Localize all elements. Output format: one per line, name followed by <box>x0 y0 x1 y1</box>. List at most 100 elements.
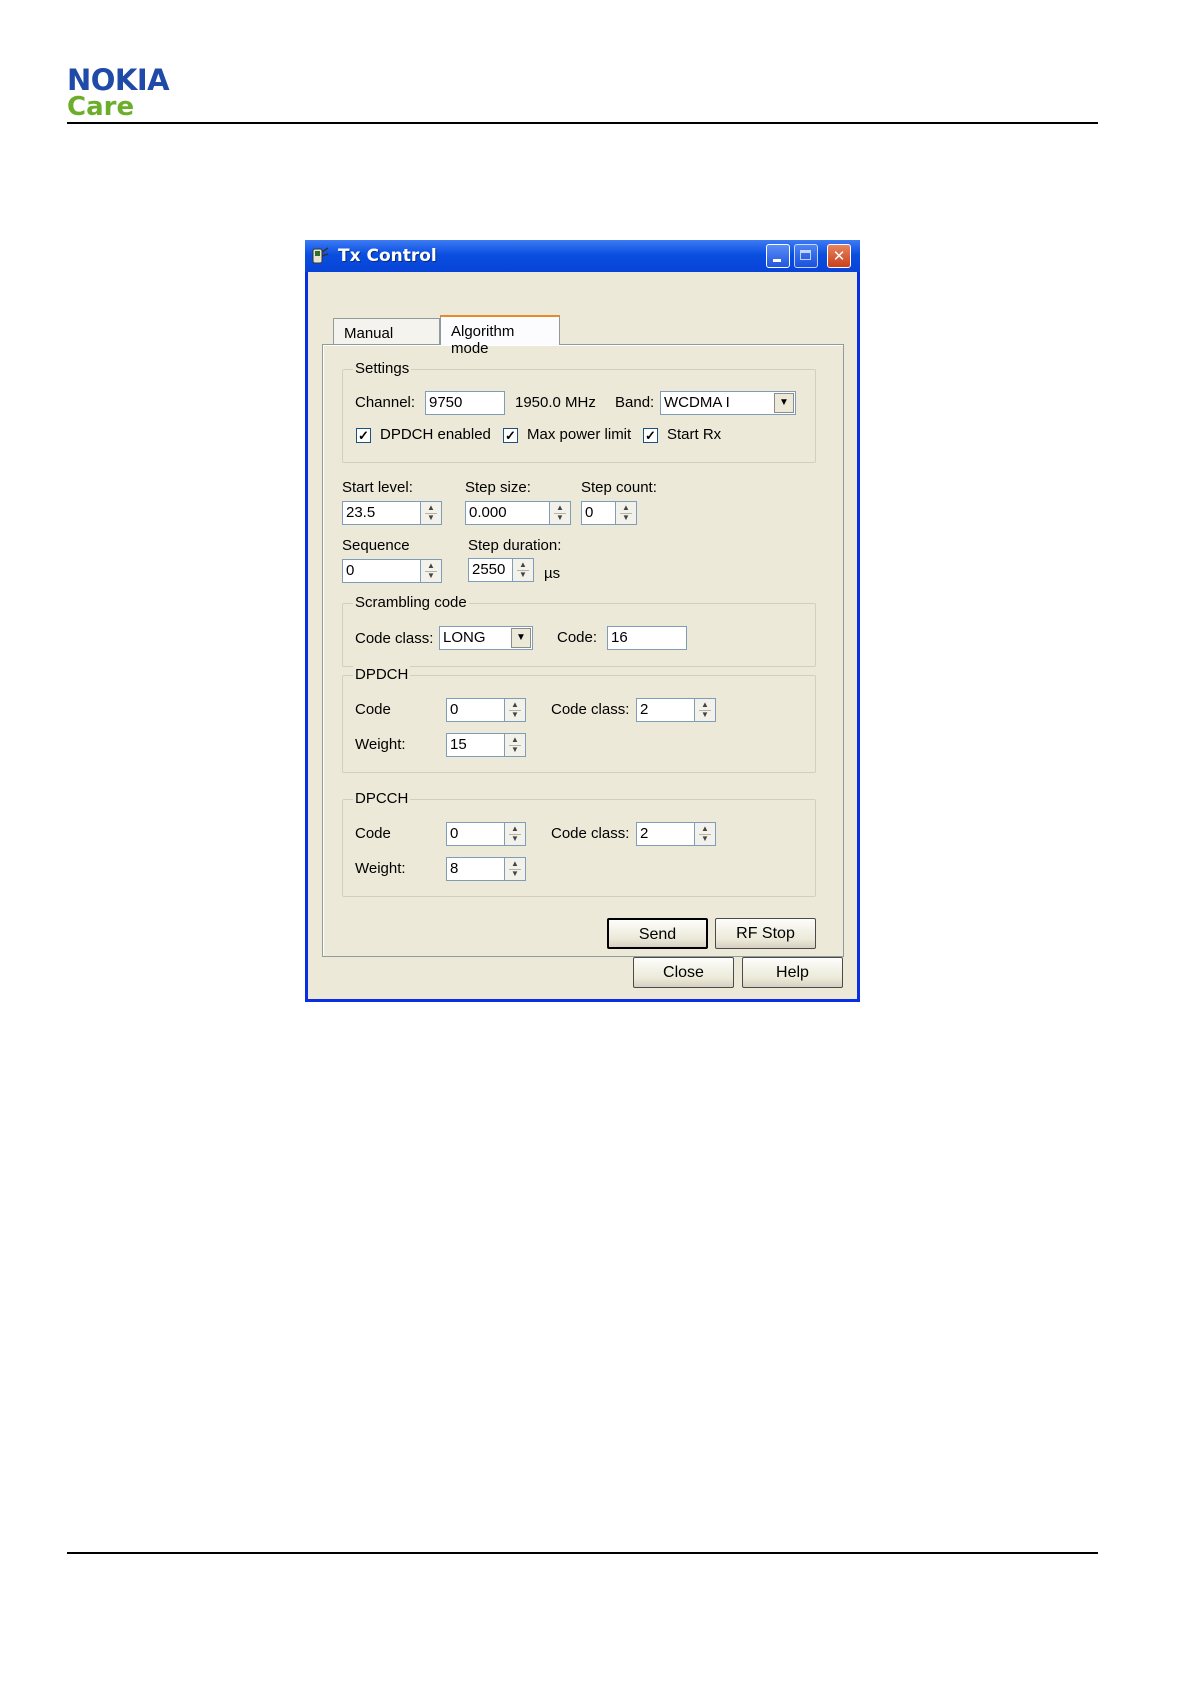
dpcch-code-class-spin-buttons[interactable]: ▲ ▼ <box>694 822 716 846</box>
maximize-button[interactable] <box>794 244 818 268</box>
dpcch-group-title: DPCCH <box>353 790 411 807</box>
dpdch-code-class-label: Code class: <box>551 701 630 718</box>
arrow-up-icon: ▲ <box>622 503 630 512</box>
sequence-spin-buttons[interactable]: ▲ ▼ <box>420 559 442 583</box>
dpdch-weight-stepper[interactable]: 15 ▲ ▼ <box>446 733 526 757</box>
step-count-label: Step count: <box>581 479 657 496</box>
step-duration-input[interactable]: 2550 <box>468 558 514 582</box>
channel-input[interactable]: 9750 <box>425 391 505 415</box>
arrow-down-icon: ▼ <box>511 869 519 878</box>
scrambling-code-class-value: LONG <box>443 629 486 646</box>
tab-manual-mode[interactable]: Manual mode <box>333 318 440 359</box>
dpcch-code-class-input[interactable]: 2 <box>636 822 696 846</box>
sequence-label: Sequence <box>342 537 410 554</box>
checkmark-icon: ✓ <box>505 428 516 443</box>
arrow-up-icon: ▲ <box>511 859 519 868</box>
dpdch-weight-input[interactable]: 15 <box>446 733 506 757</box>
dpdch-code-class-spin-buttons[interactable]: ▲ ▼ <box>694 698 716 722</box>
title-bar[interactable]: Tx Control ✕ <box>305 240 860 272</box>
dpdch-weight-label: Weight: <box>355 736 406 753</box>
nokia-care-logo: NOKIA Care <box>67 63 170 123</box>
max-power-limit-checkbox[interactable]: ✓ <box>503 428 518 443</box>
close-window-button[interactable]: ✕ <box>827 244 851 268</box>
scrambling-code-title: Scrambling code <box>353 594 469 611</box>
window-title: Tx Control <box>338 246 437 266</box>
arrow-down-icon: ▼ <box>519 570 527 579</box>
close-button[interactable]: Close <box>633 957 734 988</box>
step-duration-stepper[interactable]: 2550 ▲ ▼ <box>468 558 534 582</box>
step-count-spin-buttons[interactable]: ▲ ▼ <box>615 501 637 525</box>
step-size-input[interactable]: 0.000 <box>465 501 551 525</box>
dpdch-enabled-label: DPDCH enabled <box>380 426 491 443</box>
scrambling-code-input[interactable]: 16 <box>607 626 687 650</box>
arrow-down-icon: ▼ <box>511 745 519 754</box>
dpcch-code-input[interactable]: 0 <box>446 822 506 846</box>
dpcch-weight-stepper[interactable]: 8 ▲ ▼ <box>446 857 526 881</box>
dpcch-code-stepper[interactable]: 0 ▲ ▼ <box>446 822 526 846</box>
app-icon <box>312 247 329 264</box>
dpdch-weight-spin-buttons[interactable]: ▲ ▼ <box>504 733 526 757</box>
arrow-up-icon: ▲ <box>511 735 519 744</box>
arrow-down-icon: ▼ <box>556 513 564 522</box>
dpcch-weight-label: Weight: <box>355 860 406 877</box>
minimize-icon <box>773 259 781 262</box>
tab-algorithm-mode[interactable]: Algorithm mode <box>440 315 560 357</box>
dpcch-weight-spin-buttons[interactable]: ▲ ▼ <box>504 857 526 881</box>
max-power-limit-label: Max power limit <box>527 426 632 443</box>
dpdch-code-class-stepper[interactable]: 2 ▲ ▼ <box>636 698 716 722</box>
start-rx-checkbox[interactable]: ✓ <box>643 428 658 443</box>
dpdch-enabled-checkbox[interactable]: ✓ <box>356 428 371 443</box>
close-icon: ✕ <box>832 247 846 265</box>
arrow-down-icon: ▼ <box>622 513 630 522</box>
algorithm-mode-panel: Settings Channel: 9750 1950.0 MHz Band: … <box>322 344 844 957</box>
footer-rule <box>67 1552 1098 1554</box>
logo-nokia-text: NOKIA <box>67 63 170 97</box>
tx-control-window: Tx Control ✕ Manual mode Algorithm mode … <box>305 240 860 1002</box>
window-client-area: Manual mode Algorithm mode Settings Chan… <box>308 272 857 999</box>
step-count-input[interactable]: 0 <box>581 501 617 525</box>
dpdch-code-class-input[interactable]: 2 <box>636 698 696 722</box>
band-label: Band: <box>615 394 655 411</box>
dpdch-code-label: Code <box>355 701 391 718</box>
arrow-up-icon: ▲ <box>427 561 435 570</box>
settings-group-title: Settings <box>353 360 412 377</box>
start-level-stepper[interactable]: 23.5 ▲ ▼ <box>342 501 442 525</box>
frequency-readout: 1950.0 MHz <box>515 394 596 411</box>
dpcch-code-label: Code <box>355 825 391 842</box>
dpcch-group: DPCCH Code 0 ▲ ▼ Code class: 2 ▲ ▼ Weight:… <box>342 790 816 897</box>
band-dropdown-button[interactable]: ▼ <box>774 393 794 413</box>
start-rx-label: Start Rx <box>667 426 722 443</box>
arrow-up-icon: ▲ <box>701 824 709 833</box>
dpcch-code-spin-buttons[interactable]: ▲ ▼ <box>504 822 526 846</box>
start-level-spin-buttons[interactable]: ▲ ▼ <box>420 501 442 525</box>
step-duration-unit: µs <box>544 565 561 582</box>
arrow-down-icon: ▼ <box>701 710 709 719</box>
send-button[interactable]: Send <box>607 918 708 949</box>
band-select[interactable]: WCDMA I ▼ <box>660 391 796 415</box>
arrow-up-icon: ▲ <box>511 700 519 709</box>
arrow-up-icon: ▲ <box>556 503 564 512</box>
dpdch-code-stepper[interactable]: 0 ▲ ▼ <box>446 698 526 722</box>
chevron-down-icon: ▼ <box>779 397 789 408</box>
step-size-stepper[interactable]: 0.000 ▲ ▼ <box>465 501 571 525</box>
minimize-button[interactable] <box>766 244 790 268</box>
code-class-dropdown-button[interactable]: ▼ <box>511 628 531 648</box>
sequence-stepper[interactable]: 0 ▲ ▼ <box>342 559 442 583</box>
scrambling-code-label: Code: <box>557 629 598 646</box>
dpcch-code-class-stepper[interactable]: 2 ▲ ▼ <box>636 822 716 846</box>
dpcch-weight-input[interactable]: 8 <box>446 857 506 881</box>
rf-stop-button[interactable]: RF Stop <box>715 918 816 949</box>
step-size-spin-buttons[interactable]: ▲ ▼ <box>549 501 571 525</box>
channel-label: Channel: <box>355 394 416 411</box>
dpdch-code-spin-buttons[interactable]: ▲ ▼ <box>504 698 526 722</box>
sequence-input[interactable]: 0 <box>342 559 422 583</box>
start-level-input[interactable]: 23.5 <box>342 501 422 525</box>
step-count-stepper[interactable]: 0 ▲ ▼ <box>581 501 637 525</box>
arrow-down-icon: ▼ <box>427 513 435 522</box>
step-size-label: Step size: <box>465 479 531 496</box>
help-button[interactable]: Help <box>742 957 843 988</box>
scrambling-code-class-select[interactable]: LONG ▼ <box>439 626 533 650</box>
arrow-up-icon: ▲ <box>511 824 519 833</box>
dpdch-code-input[interactable]: 0 <box>446 698 506 722</box>
step-duration-spin-buttons[interactable]: ▲ ▼ <box>512 558 534 582</box>
